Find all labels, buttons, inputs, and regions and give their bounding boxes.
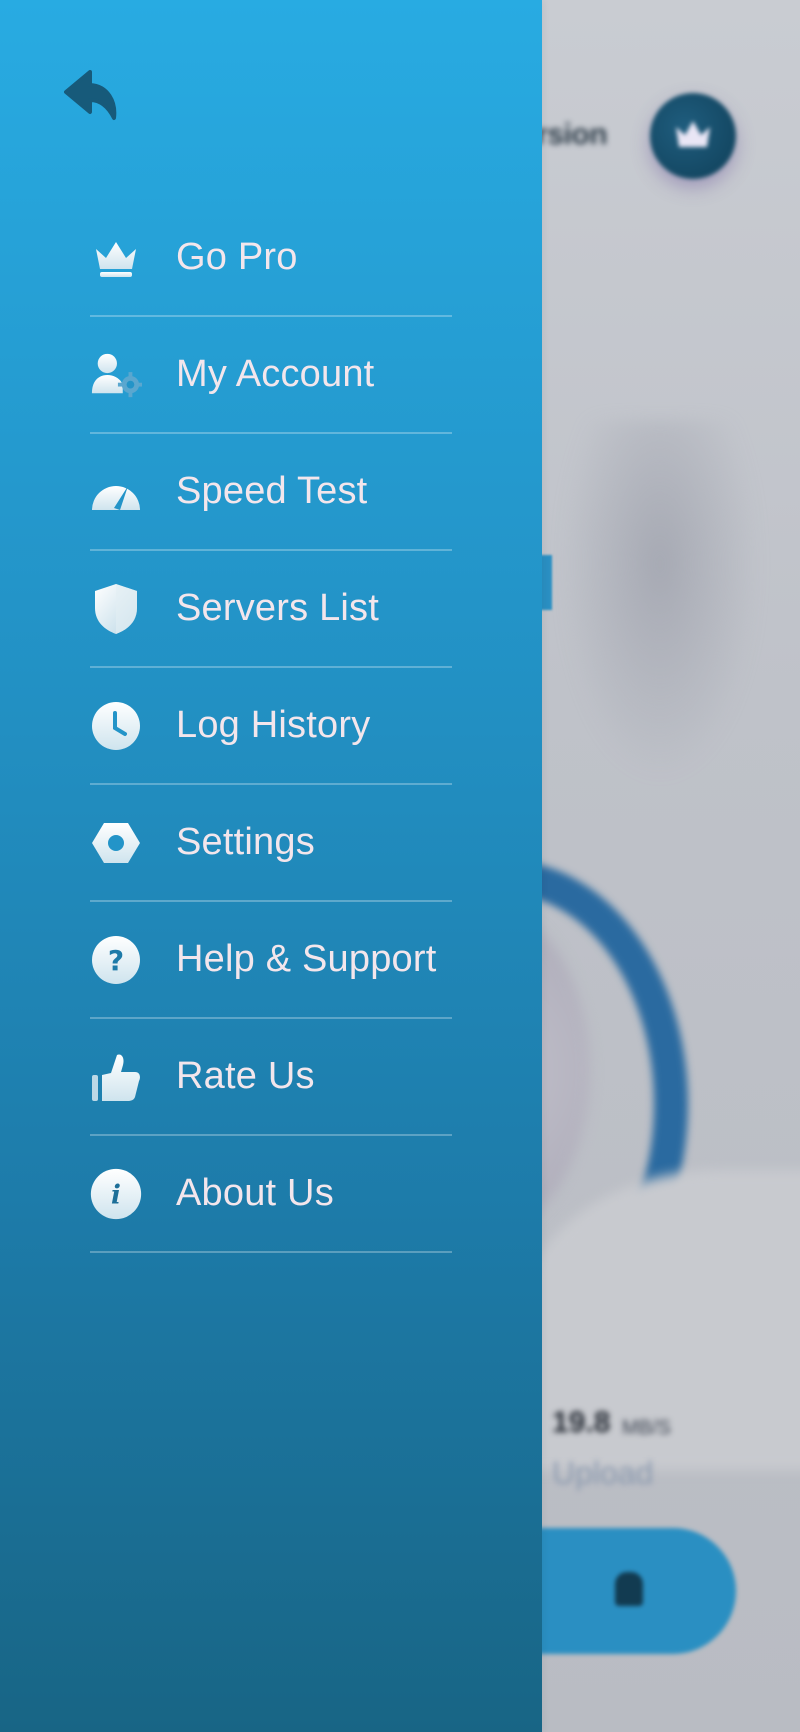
drawer-menu: Go Pro My Account Speed Test Servers Lis… (90, 200, 452, 1253)
svg-text:?: ? (108, 944, 124, 977)
menu-item-label: Rate Us (176, 1055, 315, 1097)
shield-icon (90, 583, 142, 635)
clock-icon (90, 700, 142, 752)
menu-item-label: Settings (176, 821, 315, 863)
menu-item-label: Go Pro (176, 236, 298, 278)
menu-item-help-support[interactable]: ? Help & Support (90, 902, 452, 1019)
back-button[interactable] (64, 70, 122, 122)
menu-item-label: Help & Support (176, 938, 437, 980)
crown-icon (676, 121, 710, 147)
bell-icon (615, 1572, 643, 1606)
menu-item-label: Servers List (176, 587, 380, 629)
menu-item-about-us[interactable]: i About Us (90, 1136, 452, 1253)
speedometer-icon (90, 466, 142, 518)
help-question-icon: ? (90, 934, 142, 986)
menu-item-label: About Us (176, 1172, 334, 1214)
background-pro-button (650, 93, 736, 179)
menu-item-log-history[interactable]: Log History (90, 668, 452, 785)
thumbs-up-icon (90, 1051, 142, 1103)
hex-nut-icon (90, 817, 142, 869)
menu-item-label: Speed Test (176, 470, 368, 512)
menu-item-label: Log History (176, 704, 371, 746)
menu-item-speed-test[interactable]: Speed Test (90, 434, 452, 551)
crown-icon (90, 232, 142, 284)
menu-item-label: My Account (176, 353, 375, 395)
menu-item-my-account[interactable]: My Account (90, 317, 452, 434)
background-world-map (560, 420, 760, 780)
menu-item-servers-list[interactable]: Servers List (90, 551, 452, 668)
background-upload-unit: MB/S (622, 1417, 671, 1439)
menu-item-settings[interactable]: Settings (90, 785, 452, 902)
info-icon: i (90, 1168, 142, 1220)
user-gear-icon (90, 349, 142, 401)
menu-item-rate-us[interactable]: Rate Us (90, 1019, 452, 1136)
back-arrow-icon (64, 70, 117, 120)
background-upload-value: 19.8 (552, 1406, 611, 1439)
background-upload-label: Upload (552, 1455, 654, 1491)
navigation-drawer: Go Pro My Account Speed Test Servers Lis… (0, 0, 542, 1732)
menu-item-go-pro[interactable]: Go Pro (90, 200, 452, 317)
svg-text:i: i (111, 1180, 121, 1210)
